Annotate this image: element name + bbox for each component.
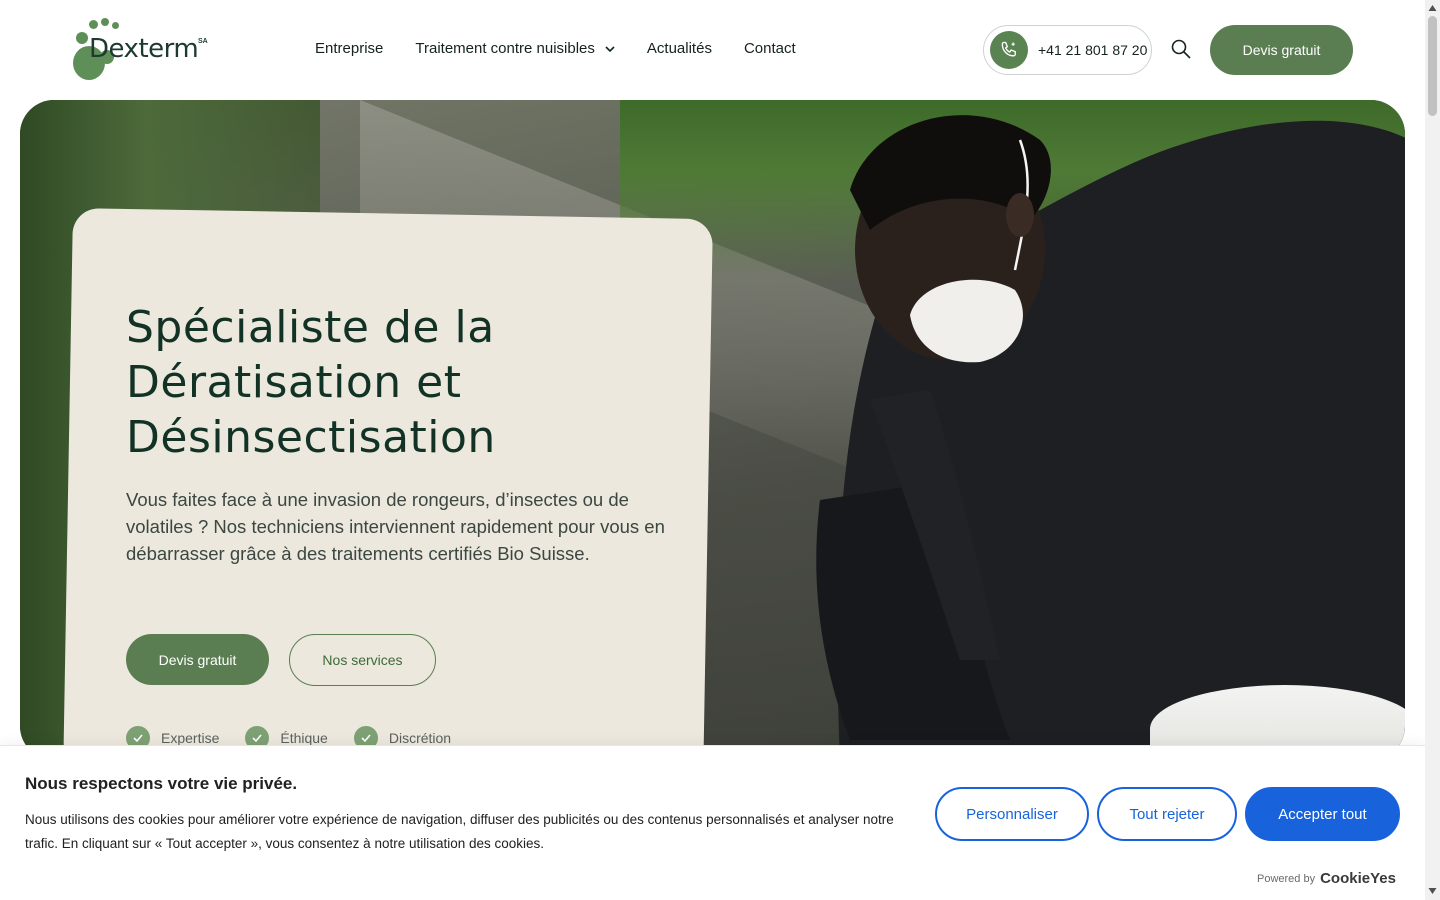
search-icon[interactable] (1170, 38, 1192, 60)
cookieyes-credit[interactable]: Powered by CookieYes (1257, 870, 1396, 887)
cookie-banner: Nous respectons votre vie privée. Nous u… (0, 745, 1425, 900)
phone-link[interactable]: +41 21 801 87 20 (983, 25, 1152, 75)
logo-dot (101, 18, 109, 26)
site-header: Dexterm SA Entreprise Traitement contre … (0, 0, 1425, 100)
main-nav: Entreprise Traitement contre nuisibles A… (315, 40, 828, 57)
scroll-up-icon[interactable] (1428, 4, 1437, 12)
cookie-accept-button[interactable]: Accepter tout (1245, 787, 1400, 841)
cookieyes-logo: CookieYes (1320, 870, 1396, 887)
nav-label: Traitement contre nuisibles (415, 40, 595, 57)
phone-icon (990, 31, 1028, 69)
phone-number: +41 21 801 87 20 (1038, 42, 1148, 58)
powered-by-label: Powered by (1257, 872, 1316, 885)
dexterm-logo[interactable]: Dexterm SA (72, 18, 212, 82)
scroll-down-icon[interactable] (1428, 887, 1437, 895)
hero-title: Spécialiste de la Dératisation et Désins… (126, 302, 496, 463)
logo-dot (76, 32, 88, 44)
logo-wordmark: Dexterm (89, 34, 199, 64)
cookie-customize-button[interactable]: Personnaliser (935, 787, 1089, 841)
badge-label: Discrétion (388, 730, 452, 746)
phone-glyph (1001, 41, 1016, 57)
nav-item-contact[interactable]: Contact (744, 40, 796, 57)
header-quote-button[interactable]: Devis gratuit (1210, 25, 1353, 75)
technician-image (816, 115, 1405, 760)
logo-suffix: SA (198, 38, 208, 45)
nav-item-entreprise[interactable]: Entreprise (315, 40, 383, 57)
hero-description: Vous faites face à une invasion de ronge… (126, 489, 665, 564)
page-scrollbar[interactable] (1425, 0, 1440, 900)
nav-label: Contact (743, 40, 796, 57)
cookie-reject-button[interactable]: Tout rejeter (1097, 787, 1237, 841)
badge-label: Éthique (280, 730, 328, 746)
services-button[interactable]: Nos services (289, 634, 436, 686)
cookie-title: Nous respectons votre vie privée. (25, 774, 298, 793)
nav-label: Entreprise (315, 40, 384, 57)
cookie-text: Nous utilisons des cookies pour améliore… (25, 812, 894, 851)
chevron-down-icon (605, 45, 615, 52)
scrollbar-thumb[interactable] (1428, 16, 1437, 116)
nav-item-traitement[interactable]: Traitement contre nuisibles (415, 40, 615, 57)
nav-label: Actualités (646, 40, 712, 57)
hero-quote-button[interactable]: Devis gratuit (126, 634, 269, 685)
hero-card: Spécialiste de la Dératisation et Désins… (73, 208, 713, 768)
nav-item-actualites[interactable]: Actualités (647, 40, 712, 57)
logo-dot (89, 20, 98, 29)
badge-label: Expertise (161, 730, 220, 746)
logo-dot (112, 22, 119, 29)
